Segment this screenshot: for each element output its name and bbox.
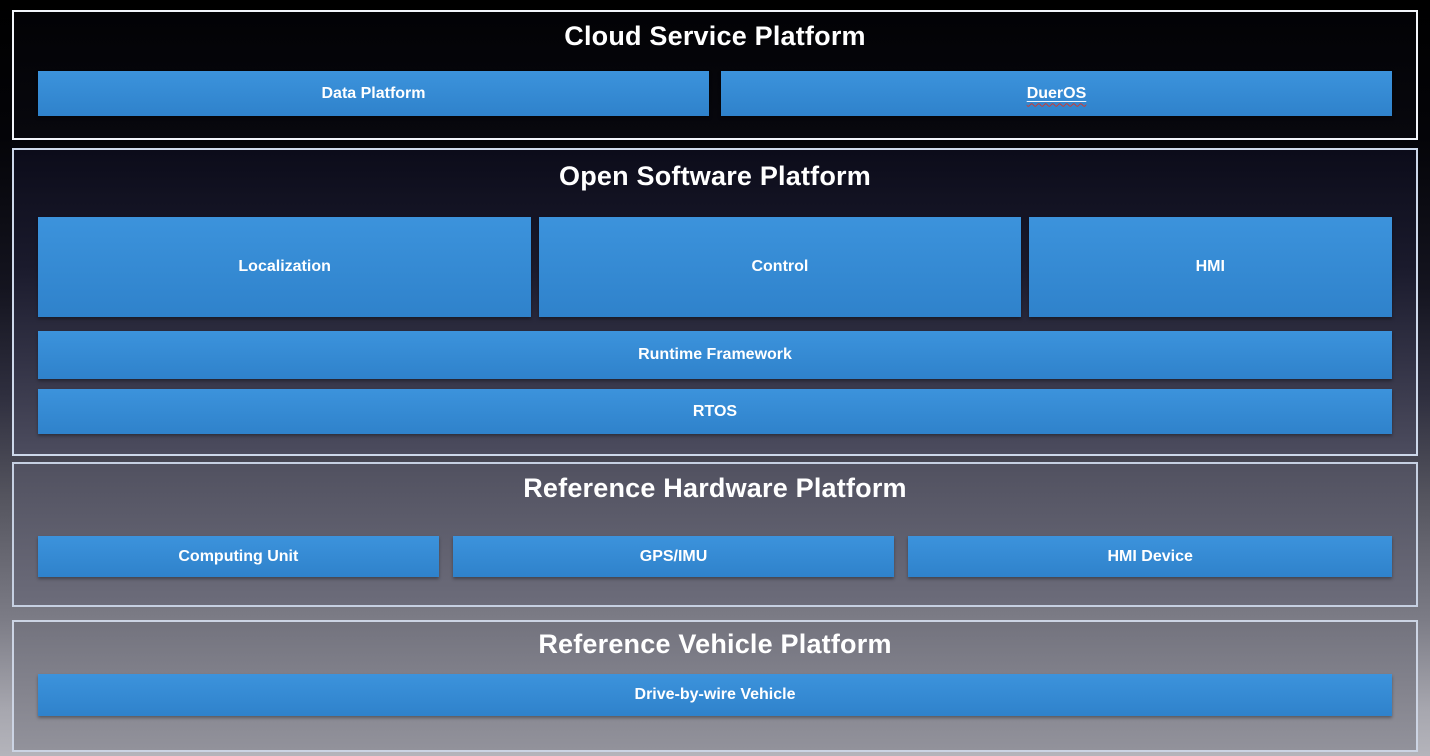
drive-by-wire-vehicle-label: Drive-by-wire Vehicle <box>635 686 796 704</box>
open-software-platform-section: Open Software Platform Localization Cont… <box>12 148 1418 456</box>
control-label: Control <box>751 258 808 276</box>
cloud-service-platform-section: Cloud Service Platform Data Platform Due… <box>12 10 1418 140</box>
hmi-label: HMI <box>1196 258 1225 276</box>
open-software-platform-title: Open Software Platform <box>38 160 1392 193</box>
gps-imu-box: GPS/IMU <box>453 536 895 577</box>
computing-unit-box: Computing Unit <box>38 536 439 577</box>
hmi-box: HMI <box>1029 217 1392 317</box>
data-platform-box: Data Platform <box>38 71 709 116</box>
hmi-device-box: HMI Device <box>908 536 1392 577</box>
localization-label: Localization <box>238 258 330 276</box>
runtime-framework-box: Runtime Framework <box>38 331 1392 379</box>
rtos-box: RTOS <box>38 389 1392 434</box>
reference-vehicle-platform-title: Reference Vehicle Platform <box>38 628 1392 661</box>
reference-hardware-platform-title: Reference Hardware Platform <box>38 472 1392 505</box>
platform-architecture-diagram: Cloud Service Platform Data Platform Due… <box>0 0 1430 756</box>
hardware-boxes-row: Computing Unit GPS/IMU HMI Device <box>38 536 1392 577</box>
software-modules-row: Localization Control HMI <box>38 217 1392 317</box>
reference-hardware-platform-section: Reference Hardware Platform Computing Un… <box>12 462 1418 607</box>
computing-unit-label: Computing Unit <box>178 548 298 566</box>
control-box: Control <box>539 217 1020 317</box>
runtime-framework-label: Runtime Framework <box>638 346 792 364</box>
gps-imu-label: GPS/IMU <box>640 548 708 566</box>
dueros-box: DuerOS <box>721 71 1392 116</box>
reference-vehicle-platform-section: Reference Vehicle Platform Drive-by-wire… <box>12 620 1418 752</box>
cloud-service-boxes-row: Data Platform DuerOS <box>38 71 1392 116</box>
hmi-device-label: HMI Device <box>1108 548 1193 566</box>
drive-by-wire-vehicle-box: Drive-by-wire Vehicle <box>38 674 1392 716</box>
rtos-label: RTOS <box>693 403 737 421</box>
cloud-service-platform-title: Cloud Service Platform <box>38 20 1392 53</box>
data-platform-label: Data Platform <box>321 85 425 103</box>
dueros-label: DuerOS <box>1027 85 1087 103</box>
localization-box: Localization <box>38 217 531 317</box>
